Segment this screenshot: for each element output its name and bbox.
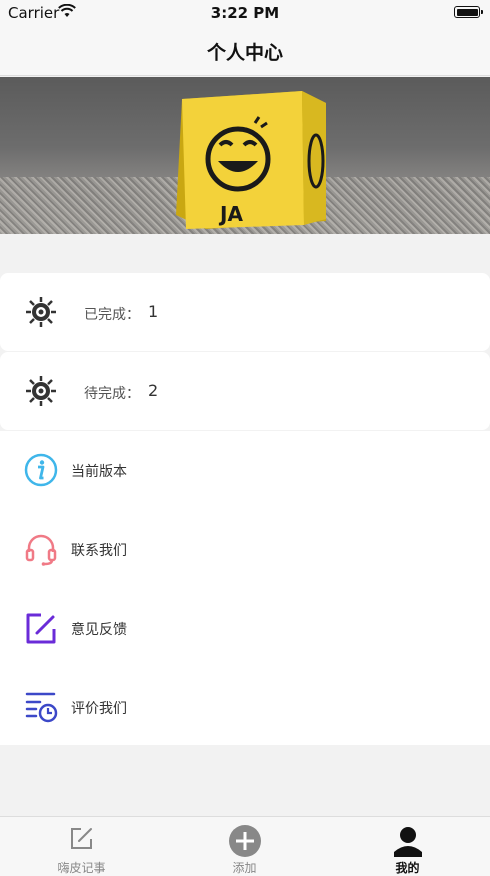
tab-notes[interactable]: 嗨皮记事 — [0, 817, 163, 876]
add-circle-icon — [228, 825, 261, 857]
menu-item-contact[interactable]: 联系我们 — [0, 510, 490, 588]
profile-icon — [393, 827, 422, 857]
tab-label: 嗨皮记事 — [57, 861, 106, 875]
pending-count: 2 — [148, 381, 159, 400]
headset-icon — [25, 534, 57, 566]
smiley-dice-image: JA — [176, 91, 326, 229]
menu-item-rate[interactable]: 评价我们 — [0, 668, 490, 746]
tab-label: 添加 — [232, 861, 257, 875]
completed-label: 已完成： — [84, 307, 140, 323]
menu-label: 评价我们 — [71, 701, 127, 717]
menu-label: 当前版本 — [71, 464, 127, 480]
completed-card: 已完成： 1 — [0, 273, 490, 351]
tab-bar: 嗨皮记事 添加 我的 — [0, 816, 490, 876]
page-title: 个人中心 — [206, 42, 283, 64]
sun-icon — [26, 297, 56, 327]
menu-label: 联系我们 — [71, 543, 127, 559]
menu-item-version[interactable]: 当前版本 — [0, 431, 490, 509]
pending-card: 待完成： 2 — [0, 352, 490, 430]
status-time: 3:22 PM — [210, 4, 280, 22]
menu-label: 意见反馈 — [71, 622, 127, 638]
tab-profile[interactable]: 我的 — [326, 817, 489, 876]
settings-menu: 当前版本 联系我们 意见反馈 评价我们 — [0, 431, 490, 745]
battery-icon — [454, 6, 483, 18]
tab-label: 我的 — [395, 861, 420, 875]
completed-count: 1 — [148, 302, 159, 321]
tab-add[interactable]: 添加 — [163, 817, 326, 876]
list-clock-icon — [25, 692, 58, 723]
pending-label: 待完成： — [84, 386, 140, 402]
menu-item-feedback[interactable]: 意见反馈 — [0, 589, 490, 667]
sun-icon — [26, 376, 56, 406]
status-bar: Carrier 3:22 PM — [0, 0, 490, 24]
banner-image: JA — [0, 77, 490, 234]
edit-icon — [26, 613, 56, 644]
svg-text:JA: JA — [218, 202, 243, 226]
note-edit-icon — [70, 828, 92, 849]
info-icon — [24, 453, 58, 487]
navigation-bar: 个人中心 — [0, 24, 490, 76]
